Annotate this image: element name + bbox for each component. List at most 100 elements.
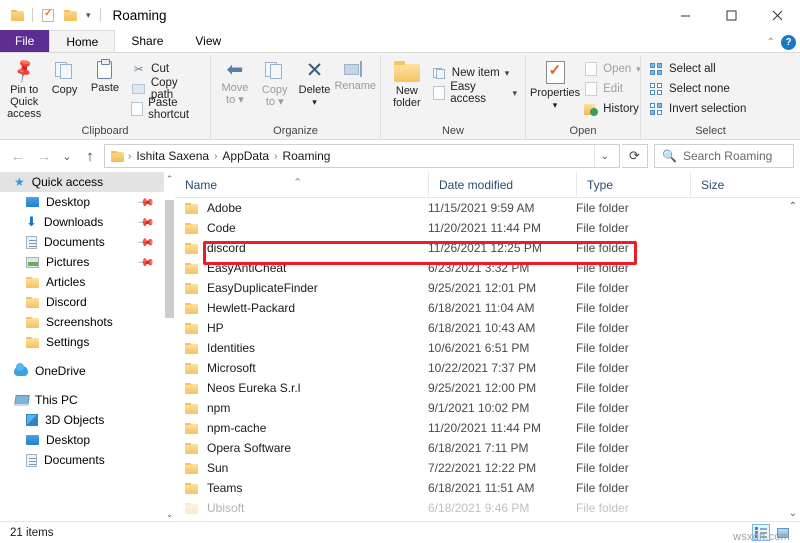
collapse-ribbon-chevron-up-icon[interactable]: ⌃ [767,37,775,48]
tab-home[interactable]: Home [49,30,115,52]
file-list-scrollbar[interactable]: ⌃ ⌄ [786,198,800,521]
recent-locations-chevron-down-icon[interactable]: ⌄ [58,144,76,168]
search-input[interactable]: Search Roaming [683,149,772,163]
cut-button[interactable]: ✂ Cut [127,59,206,79]
select-none-label: Select none [669,83,730,95]
file-date-modified: 11/20/2021 11:44 PM [428,421,576,435]
file-date-modified: 11/20/2021 11:44 PM [428,221,576,235]
file-list-scroll-down-icon[interactable]: ⌄ [786,505,800,521]
sidebar-item-articles[interactable]: Articles [0,272,175,292]
table-row-discord[interactable]: discord 11/26/2021 12:25 PM File folder [175,238,800,258]
refresh-button[interactable]: ⟳ [622,144,648,168]
path-breadcrumb-bar[interactable]: › Ishita Saxena › AppData › Roaming ⌄ [104,144,620,168]
new-item-button[interactable]: New item ▾ [429,63,521,83]
sidebar-item-pictures[interactable]: Pictures 📌 [0,252,175,272]
folder-icon [26,297,39,308]
select-none-button[interactable]: Select none [645,79,750,99]
rename-button[interactable]: Rename [334,57,376,92]
new-folder-button[interactable]: New folder [385,57,429,109]
sidebar-item-quick-access[interactable]: ★ Quick access [0,172,175,192]
sidebar-label-settings: Settings [46,335,89,349]
close-button[interactable] [754,0,800,30]
breadcrumb-item-1[interactable]: AppData [219,149,272,163]
table-row[interactable]: npm 9/1/2021 10:02 PM File folder [175,398,800,418]
move-to-button[interactable]: ⬅ Move to ▾ [215,57,255,106]
sort-ascending-icon: ⌃ [293,170,302,196]
table-row[interactable]: Code 11/20/2021 11:44 PM File folder [175,218,800,238]
table-row[interactable]: Sun 7/22/2021 12:22 PM File folder [175,458,800,478]
up-button[interactable]: ↑ [78,144,102,168]
table-row[interactable]: EasyAntiCheat 6/23/2021 3:32 PM File fol… [175,258,800,278]
sidebar-item-settings[interactable]: Settings [0,332,175,352]
navpane-scroll-thumb[interactable] [165,200,174,318]
breadcrumb-item-0[interactable]: Ishita Saxena [133,149,212,163]
paste-shortcut-button[interactable]: Paste shortcut [127,99,206,119]
table-row[interactable]: Microsoft 10/22/2021 7:37 PM File folder [175,358,800,378]
table-row[interactable]: Neos Eureka S.r.l 9/25/2021 12:00 PM Fil… [175,378,800,398]
sidebar-item-desktop-2[interactable]: Desktop [0,430,175,450]
copy-button[interactable]: Copy [44,57,84,96]
tab-view[interactable]: View [179,30,237,52]
easy-access-button[interactable]: Easy access ▾ [429,83,521,103]
paste-button[interactable]: Paste [85,57,125,94]
documents-icon [26,236,37,249]
file-name: npm-cache [207,421,266,435]
file-list-scroll-up-icon[interactable]: ⌃ [786,198,800,214]
navpane-scroll-down-icon[interactable]: ⌄ [165,507,174,521]
table-row[interactable]: Adobe 11/15/2021 9:59 AM File folder [175,198,800,218]
file-type: File folder [576,241,690,255]
sidebar-item-downloads[interactable]: ⬇ Downloads 📌 [0,212,175,232]
column-header-date-modified[interactable]: Date modified [428,172,576,198]
table-row[interactable]: Opera Software 6/18/2021 7:11 PM File fo… [175,438,800,458]
sidebar-item-3d-objects[interactable]: 3D Objects [0,410,175,430]
copy-path-button[interactable]: Copy path [127,79,206,99]
edit-button[interactable]: Edit [580,79,645,99]
sidebar-item-onedrive[interactable]: OneDrive [0,361,175,381]
sidebar-item-documents[interactable]: Documents 📌 [0,232,175,252]
sidebar-item-documents-2[interactable]: Documents [0,450,175,470]
table-row[interactable]: Teams 6/18/2021 11:51 AM File folder [175,478,800,498]
sidebar-item-this-pc[interactable]: This PC [0,390,175,410]
history-button[interactable]: History [580,99,645,119]
tab-file[interactable]: File [0,30,49,52]
invert-selection-button[interactable]: Invert selection [645,99,750,119]
column-header-size[interactable]: Size [690,172,752,198]
delete-button[interactable]: ✕ Delete ▾ [295,57,335,108]
search-box[interactable]: 🔍 Search Roaming [654,144,794,168]
properties-button[interactable]: Properties ▾ [530,57,580,111]
qat-new-folder-icon[interactable] [59,4,81,26]
sidebar-label-desktop: Desktop [46,195,90,209]
forward-button[interactable]: → [32,144,56,168]
file-type: File folder [576,261,690,275]
sidebar-item-discord[interactable]: Discord [0,292,175,312]
sidebar-item-screenshots[interactable]: Screenshots [0,312,175,332]
breadcrumb-separator-1: › [214,151,217,162]
maximize-button[interactable] [708,0,754,30]
table-row[interactable]: npm-cache 11/20/2021 11:44 PM File folde… [175,418,800,438]
copy-to-button[interactable]: Copy to ▾ [255,57,295,108]
column-header-type[interactable]: Type [576,172,690,198]
minimize-button[interactable] [662,0,708,30]
back-button[interactable]: ← [6,144,30,168]
address-dropdown-chevron-down-icon[interactable]: ⌄ [594,145,615,167]
table-row[interactable]: EasyDuplicateFinder 9/25/2021 12:01 PM F… [175,278,800,298]
table-row[interactable]: Identities 10/6/2021 6:51 PM File folder [175,338,800,358]
select-all-button[interactable]: Select all [645,59,750,79]
table-row[interactable]: HP 6/18/2021 10:43 AM File folder [175,318,800,338]
navpane-scrollbar[interactable]: ⌃ ⌄ [164,172,175,521]
breadcrumb-item-2[interactable]: Roaming [279,149,333,163]
help-icon[interactable]: ? [781,35,796,50]
file-date-modified: 6/23/2021 3:32 PM [428,261,576,275]
sidebar-item-desktop[interactable]: Desktop 📌 [0,192,175,212]
column-header-name[interactable]: Name ⌃ [175,172,428,198]
table-row[interactable]: Ubisoft 6/18/2021 9:46 PM File folder [175,498,800,518]
pin-to-quick-access-button[interactable]: 📌 Pin to Quick access [4,57,44,120]
easy-access-label: Easy access [450,81,507,105]
open-button[interactable]: Open ▾ [580,59,645,79]
qat-folder-icon[interactable] [6,4,28,26]
tab-share[interactable]: Share [115,30,179,52]
qat-properties-icon[interactable] [37,4,59,26]
table-row[interactable]: Hewlett-Packard 6/18/2021 11:04 AM File … [175,298,800,318]
qat-customize-chevron-down-icon[interactable]: ▾ [81,10,96,21]
navpane-scroll-up-icon[interactable]: ⌃ [165,172,174,186]
